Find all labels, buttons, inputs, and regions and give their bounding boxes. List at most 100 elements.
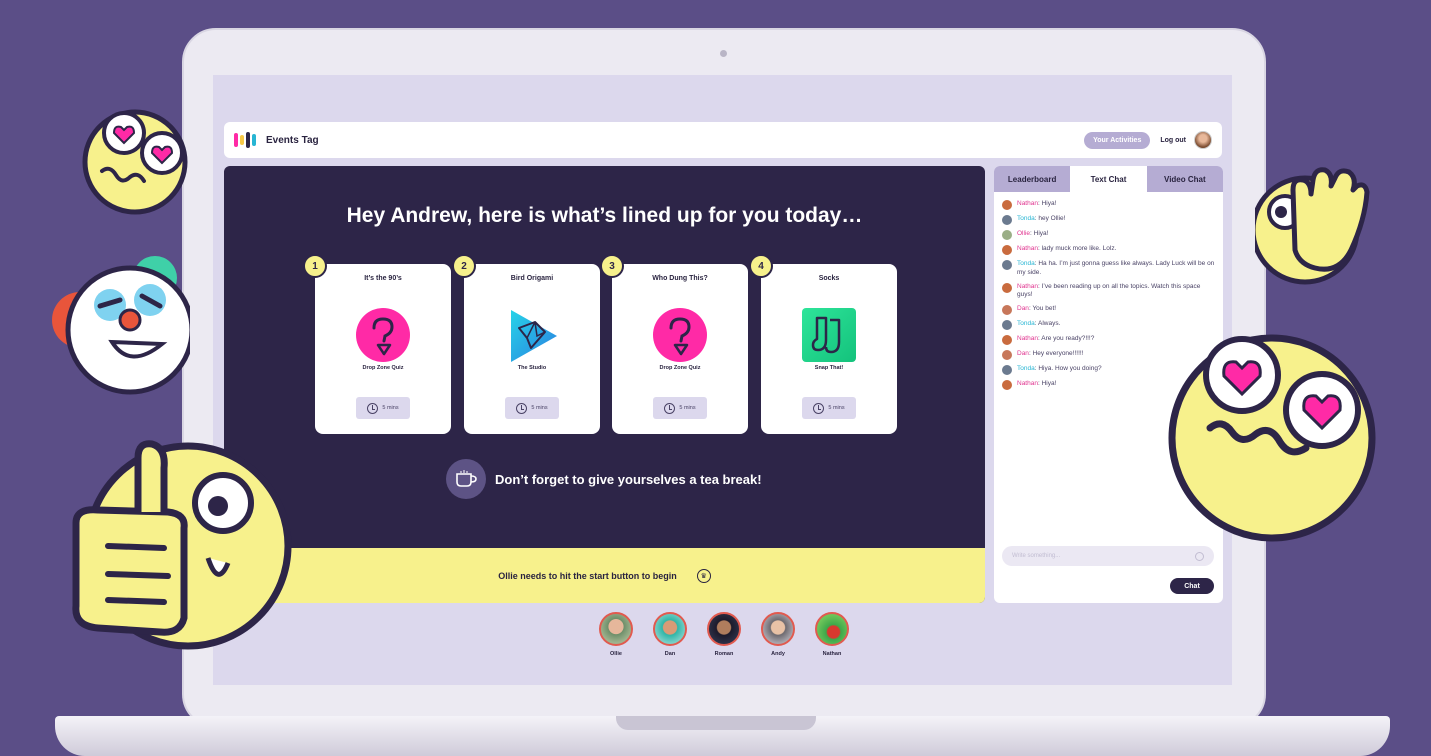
participant[interactable]: Dan: [653, 612, 687, 657]
chat-tabs: Leaderboard Text Chat Video Chat: [994, 166, 1223, 192]
avatar: [599, 612, 633, 646]
chat-message-author: Nathan: [1017, 335, 1038, 343]
chat-message-author: Nathan: [1017, 380, 1038, 388]
socks-icon: [802, 308, 856, 362]
participant[interactable]: Roman: [707, 612, 741, 657]
chat-message-text: I’ve been reading up on all the topics. …: [1017, 282, 1201, 299]
chat-message-author: Dan: [1017, 350, 1029, 358]
avatar: [1002, 320, 1012, 331]
chat-message-text: lady muck more like. Lolz.: [1041, 245, 1117, 252]
avatar: [1002, 245, 1012, 255]
chat-message: Tonda: Ha ha. I’m just gonna guess like …: [1002, 260, 1215, 278]
avatar: [1002, 282, 1012, 293]
chat-message-body: Tonda: Always.: [1017, 320, 1061, 328]
chat-message-body: Ollie: Hiya!: [1017, 230, 1049, 237]
participant[interactable]: Andy: [761, 612, 795, 657]
card-subtitle: The Studio: [517, 365, 547, 371]
card-title: Socks: [818, 275, 840, 282]
chat-message-author: Tonda: [1017, 365, 1035, 373]
chat-message-text: You bet!: [1032, 305, 1057, 313]
avatar: [1002, 200, 1012, 210]
clock-icon: [813, 402, 825, 414]
card-title: Who Dung This?: [652, 275, 708, 282]
card-subtitle: Drop Zone Quiz: [659, 365, 701, 371]
participants-row: Ollie Dan Roman Andy Nathan: [599, 612, 849, 657]
participant-name: Dan: [664, 651, 676, 657]
avatar: [1002, 305, 1012, 316]
card-duration: 5 mins: [653, 397, 707, 419]
activities-panel: Hey Andrew, here is what’s lined up for …: [224, 166, 985, 603]
chat-message: Tonda: hey Ollie!: [1002, 215, 1215, 225]
origami-bird-icon: [511, 310, 557, 362]
avatar: [1002, 365, 1012, 376]
activity-card[interactable]: 1 It’s the 90’s Drop Zone Quiz 5 mins: [303, 254, 451, 434]
participant[interactable]: Nathan: [815, 612, 849, 657]
participant-name: Roman: [714, 651, 734, 657]
question-mark-icon: [653, 308, 707, 362]
chat-message-text: hey Ollie!: [1038, 215, 1066, 222]
chat-message-text: Hiya!: [1041, 200, 1057, 207]
tab-text-chat[interactable]: Text Chat: [1070, 166, 1147, 192]
user-avatar[interactable]: [1194, 131, 1212, 149]
chat-message-author: Nathan: [1017, 282, 1038, 290]
chat-message-body: Nathan: I’ve been reading up on all the …: [1017, 282, 1201, 299]
avatar: [1002, 380, 1012, 391]
avatar: [1002, 260, 1012, 270]
tab-leaderboard[interactable]: Leaderboard: [994, 166, 1071, 192]
tea-break-reminder: Don’t forget to give yourselves a tea br…: [446, 459, 762, 499]
chat-message-text: Ha ha. I’m just gonna guess like always.…: [1017, 260, 1215, 276]
chat-message: Dan: You bet!: [1002, 305, 1215, 316]
avatar: [1002, 215, 1012, 225]
send-icon[interactable]: [1195, 551, 1204, 561]
laptop-notch: [616, 716, 816, 730]
question-mark-icon: [356, 308, 410, 362]
thumbs-up-emoji-icon: [72, 440, 292, 650]
chat-message-author: Tonda: [1017, 320, 1035, 328]
activity-card[interactable]: 4 Socks Snap That! 5 mins: [749, 254, 897, 434]
chat-message-body: Tonda: hey Ollie!: [1017, 215, 1066, 222]
chat-message-body: Nathan: lady muck more like. Lolz.: [1017, 245, 1117, 252]
chat-message-text: Hey everyone!!!!!!: [1032, 350, 1084, 358]
chat-message-body: Dan: Hey everyone!!!!!!: [1017, 350, 1084, 358]
chat-send-button[interactable]: Chat: [1170, 578, 1214, 594]
clock-icon: [367, 402, 379, 414]
chat-message: Nathan: lady muck more like. Lolz.: [1002, 245, 1215, 255]
app-name: Events Tag: [266, 134, 319, 146]
logout-link[interactable]: Log out: [1160, 137, 1186, 144]
top-bar: Events Tag Your Activities Log out: [224, 122, 1222, 158]
chat-input-placeholder: Write something...: [1012, 553, 1061, 559]
chat-message-text: Are you ready?!!!?: [1041, 335, 1095, 343]
chat-message: Nathan: I’ve been reading up on all the …: [1002, 282, 1215, 301]
clock-icon: [516, 402, 528, 414]
chat-message-body: Tonda: Hiya. How you doing?: [1017, 365, 1102, 373]
clown-emoji-icon: [52, 256, 190, 395]
chat-message-text: Hiya!: [1041, 380, 1057, 388]
chat-message-body: Tonda: Ha ha. I’m just gonna guess like …: [1017, 260, 1215, 276]
tab-video-chat[interactable]: Video Chat: [1146, 166, 1223, 192]
avatar: [815, 612, 849, 646]
chat-message-author: Nathan: [1017, 200, 1038, 207]
chat-message-text: Hiya. How you doing?: [1038, 365, 1102, 373]
card-duration: 5 mins: [356, 397, 410, 419]
participant[interactable]: Ollie: [599, 612, 633, 657]
chat-message-author: Tonda: [1017, 260, 1035, 267]
avatar: [653, 612, 687, 646]
chat-message-body: Nathan: Hiya!: [1017, 380, 1057, 388]
activity-card[interactable]: 2 Bird Origami The Studio 5 mins: [452, 254, 600, 434]
chat-message-author: Ollie: [1017, 230, 1031, 237]
card-title: Bird Origami: [510, 275, 554, 282]
chat-input[interactable]: Write something...: [1002, 546, 1214, 566]
start-message: Ollie needs to hit the start button to b…: [498, 570, 677, 581]
card-title: It’s the 90’s: [364, 275, 402, 282]
chat-message-body: Dan: You bet!: [1017, 305, 1057, 313]
duration-label: 5 mins: [828, 405, 845, 411]
your-activities-button[interactable]: Your Activities: [1084, 131, 1151, 149]
card-subtitle: Drop Zone Quiz: [362, 365, 404, 371]
chat-message-body: Nathan: Hiya!: [1017, 200, 1057, 207]
activity-card[interactable]: 3 Who Dung This? Drop Zone Quiz 5 mins: [600, 254, 748, 434]
card-duration: 5 mins: [802, 397, 856, 419]
chat-message-text: Always.: [1037, 320, 1061, 328]
tea-cup-icon: [446, 459, 486, 499]
participant-name: Ollie: [610, 651, 622, 657]
chat-message-author: Nathan: [1017, 245, 1038, 252]
